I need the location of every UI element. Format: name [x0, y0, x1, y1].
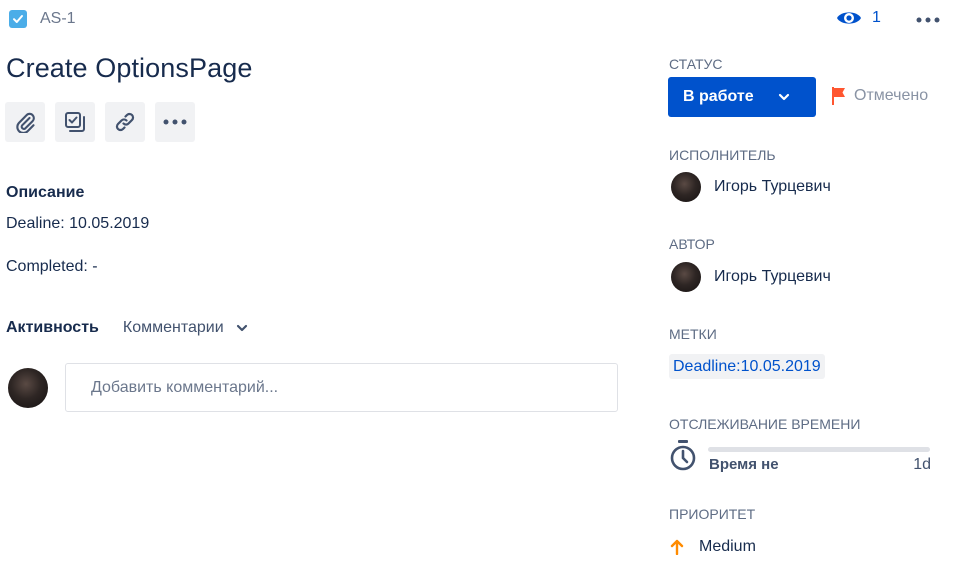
status-dropdown-button[interactable]: В работе [668, 77, 816, 117]
activity-label: Активность [6, 319, 99, 336]
status-value: В работе [683, 88, 754, 105]
arrow-up-icon [670, 539, 684, 555]
more-actions-button[interactable] [912, 8, 944, 32]
time-tracking-label: ОТСЛЕЖИВАНИЕ ВРЕМЕНИ [669, 416, 861, 432]
more-toolbar-button[interactable] [155, 102, 195, 142]
label-tag[interactable]: Deadline:10.05.2019 [669, 354, 825, 379]
avatar [671, 262, 701, 292]
activity-filter-value: Комментарии [122, 319, 224, 336]
done-transition-button[interactable]: Отмечено [830, 86, 928, 106]
labels-label: МЕТКИ [669, 326, 717, 342]
watch-button[interactable]: 1 [836, 8, 881, 28]
assignee-field[interactable]: Игорь Турцевич [671, 172, 831, 202]
description-label: Описание [6, 184, 85, 201]
link-icon [115, 112, 135, 132]
activity-filter-dropdown[interactable]: Комментарии [123, 318, 254, 338]
more-horizontal-icon [916, 17, 940, 23]
description-line[interactable]: Completed: - [6, 258, 98, 276]
time-logged: Время не [709, 456, 779, 473]
comment-input[interactable]: Добавить комментарий... [65, 363, 618, 412]
watchers-count: 1 [872, 9, 881, 26]
assignee-name: Игорь Турцевич [714, 178, 831, 195]
reporter-field[interactable]: Игорь Турцевич [671, 262, 831, 292]
assignee-label: ИСПОЛНИТЕЛЬ [669, 147, 776, 163]
issue-key-link[interactable]: AS-1 [9, 10, 76, 28]
time-tracking-progress [708, 447, 930, 452]
time-tracking-field[interactable]: Время не 1d [669, 440, 931, 480]
reporter-name: Игорь Турцевич [714, 268, 831, 285]
create-subtask-button[interactable] [55, 102, 95, 142]
priority-value: Medium [699, 538, 756, 555]
time-remaining: 1d [913, 456, 931, 473]
more-horizontal-icon [163, 119, 187, 125]
issue-title[interactable]: Create OptionsPage [6, 53, 252, 84]
issue-toolbar [5, 102, 195, 142]
eye-icon [837, 12, 861, 24]
checkbox-icon [9, 10, 27, 28]
subtask-icon [65, 112, 85, 132]
priority-field[interactable]: Medium [670, 538, 756, 556]
avatar [8, 368, 48, 408]
activity-section: Активность Комментарии [6, 318, 254, 338]
flag-icon [832, 87, 845, 105]
link-issue-button[interactable] [105, 102, 145, 142]
chevron-down-icon [236, 324, 247, 332]
attach-button[interactable] [5, 102, 45, 142]
avatar [671, 172, 701, 202]
chevron-down-icon [776, 89, 792, 105]
issue-key: AS-1 [40, 10, 76, 27]
reporter-label: АВТОР [669, 236, 715, 252]
description-line[interactable]: Dealine: 10.05.2019 [6, 215, 149, 233]
stopwatch-icon [670, 440, 696, 471]
status-label: СТАТУС [669, 56, 723, 72]
priority-label: ПРИОРИТЕТ [669, 506, 756, 522]
attachment-icon [16, 112, 35, 133]
done-label: Отмечено [854, 87, 929, 104]
